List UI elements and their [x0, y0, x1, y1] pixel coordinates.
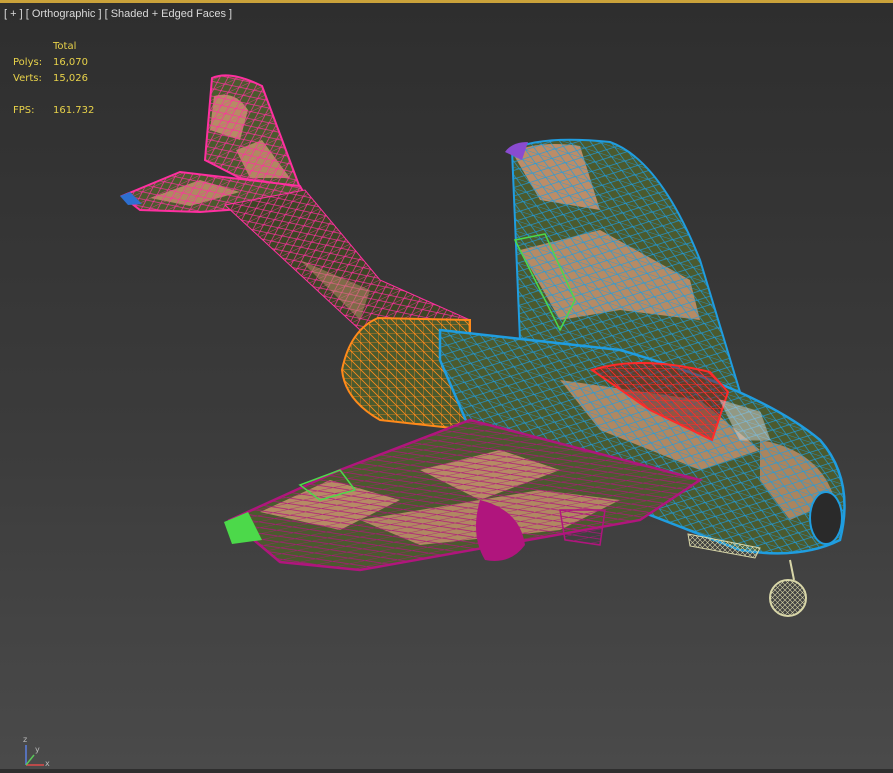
tail-fin: [203, 74, 302, 190]
viewport-canvas[interactable]: [0, 0, 893, 769]
axis-x-label: x: [45, 759, 50, 768]
axis-y-label: y: [35, 745, 40, 754]
axis-z-label: z: [23, 735, 28, 744]
axis-gizmo: z y x: [14, 735, 54, 769]
